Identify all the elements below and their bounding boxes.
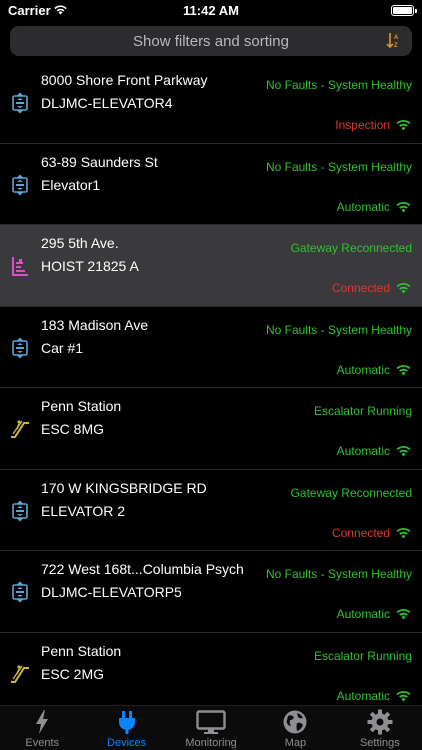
elevator-icon (10, 581, 30, 603)
device-name: Elevator1 (41, 176, 101, 193)
connection-wifi-icon (395, 200, 412, 218)
device-mode: Connected (331, 525, 390, 540)
device-status: No Faults - System Healthy (265, 322, 412, 337)
device-row[interactable]: 722 West 168t...Columbia Psych DLJMC-ELEV… (0, 551, 422, 633)
lightning-icon (0, 709, 84, 740)
device-mode: Automatic (336, 688, 390, 703)
device-status: Gateway Reconnected (290, 485, 412, 500)
device-address: 722 West 168t...Columbia Psych (41, 561, 244, 577)
device-address: 63-89 Saunders St (41, 153, 158, 170)
elevator-icon (10, 92, 30, 114)
device-status: Escalator Running (313, 648, 412, 663)
globe-icon (253, 709, 337, 740)
elevator-icon (10, 500, 30, 522)
tab-map[interactable]: Map (253, 706, 337, 750)
device-address: 170 W KINGSBRIDGE RD (41, 479, 207, 496)
device-mode: Automatic (336, 199, 390, 214)
hoist-icon (10, 255, 30, 277)
escalator-icon (10, 418, 30, 440)
device-row[interactable]: 63-89 Saunders St Elevator1 No Faults - Sy… (0, 144, 422, 225)
battery-icon (391, 5, 417, 16)
device-row[interactable]: 183 Madison Ave Car #1 No Faults - System … (0, 307, 422, 388)
device-mode: Inspection (335, 118, 390, 132)
connection-wifi-icon (395, 689, 412, 707)
device-mode: Automatic (336, 362, 390, 377)
clock: 11:42 AM (183, 3, 239, 18)
filter-sort-button[interactable]: Show filters and sorting A Z (10, 26, 412, 56)
device-address: Penn Station (41, 398, 122, 414)
device-address: Penn Station (41, 642, 122, 659)
tab-label: Settings (359, 737, 400, 749)
connection-wifi-icon (395, 607, 412, 625)
tab-label: Events (25, 737, 60, 749)
device-row[interactable]: Penn Station ESC 8MG Escalator Running Auto… (0, 388, 422, 470)
device-name: ELEVATOR 2 (41, 502, 126, 519)
tab-bar: Events Devices Monitoring Map Settings (0, 705, 422, 750)
tab-monitoring[interactable]: Monitoring (169, 706, 253, 750)
filter-sort-label: Show filters and sorting (133, 33, 289, 50)
device-address: 8000 Shore Front Parkway (41, 72, 208, 88)
device-mode: Automatic (336, 444, 390, 458)
escalator-icon (10, 663, 30, 685)
device-status: No Faults - System Healthy (265, 567, 412, 581)
plug-icon (84, 709, 168, 740)
device-mode: Connected (331, 281, 390, 295)
gear-icon (338, 709, 422, 740)
device-address: 183 Madison Ave (41, 316, 149, 333)
elevator-icon (10, 337, 30, 359)
device-name: ESC 2MG (41, 665, 105, 682)
device-address: 295 5th Ave. (41, 235, 119, 251)
device-name: ESC 8MG (41, 421, 105, 437)
status-bar: Carrier 11:42 AM (0, 0, 422, 22)
device-status: Escalator Running (313, 404, 412, 418)
device-row[interactable]: 295 5th Ave. HOIST 21825 A Gateway Reconne… (0, 225, 422, 307)
connection-wifi-icon (395, 281, 412, 299)
device-name: HOIST 21825 A (41, 258, 139, 274)
device-row[interactable]: Penn Station ESC 2MG Escalator Running Auto… (0, 633, 422, 714)
connection-wifi-icon (395, 118, 412, 136)
svg-text:Z: Z (394, 43, 398, 49)
tab-settings[interactable]: Settings (338, 706, 422, 750)
tab-events[interactable]: Events (0, 706, 84, 750)
tab-label: Map (284, 737, 307, 749)
device-row[interactable]: 170 W KINGSBRIDGE RD ELEVATOR 2 Gateway Re… (0, 470, 422, 551)
connection-wifi-icon (395, 444, 412, 462)
tab-label: Devices (107, 737, 147, 749)
elevator-icon (10, 174, 30, 196)
monitor-icon (169, 709, 253, 740)
tab-label: Monitoring (185, 737, 237, 749)
device-name: DLJMC-ELEVATORP5 (41, 584, 182, 600)
device-row[interactable]: 8000 Shore Front Parkway DLJMC-ELEVATOR4 N… (0, 62, 422, 144)
device-mode: Automatic (336, 607, 390, 621)
device-name: Car #1 (41, 339, 84, 356)
device-status: No Faults - System Healthy (265, 78, 412, 92)
connection-wifi-icon (395, 526, 412, 544)
device-status: Gateway Reconnected (290, 241, 412, 255)
device-name: DLJMC-ELEVATOR4 (41, 95, 173, 111)
connection-wifi-icon (395, 363, 412, 381)
sort-icon[interactable]: A Z (386, 32, 400, 49)
tab-devices[interactable]: Devices (84, 706, 168, 750)
device-list: 8000 Shore Front Parkway DLJMC-ELEVATOR4 N… (0, 62, 422, 714)
device-status: No Faults - System Healthy (265, 159, 412, 174)
svg-text:A: A (394, 35, 399, 41)
